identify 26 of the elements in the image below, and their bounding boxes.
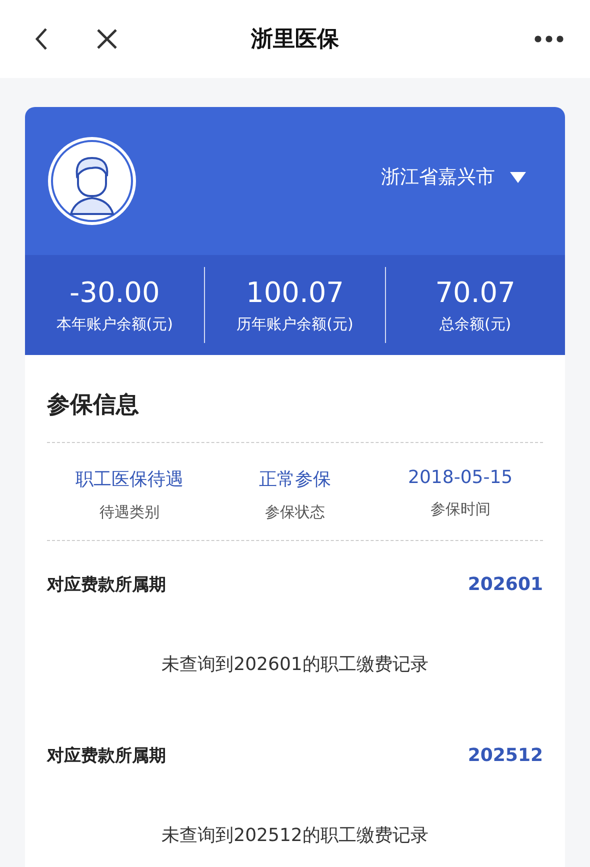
fact-value: 正常参保	[258, 468, 331, 491]
balance-label: 本年账户余额(元)	[56, 315, 174, 334]
fact-label: 待遇类别	[100, 503, 160, 522]
page-title: 浙里医保	[251, 26, 339, 54]
balance-label: 总余额(元)	[439, 315, 512, 334]
empty-record-message: 未查询到202512的职工缴费记录	[160, 824, 430, 847]
empty-record-message: 未查询到202601的职工缴费记录	[160, 653, 430, 676]
region-dropdown[interactable]: 浙江省嘉兴市	[375, 163, 533, 191]
close-icon	[96, 28, 118, 50]
section-title: 参保信息	[47, 391, 140, 420]
avatar-icon	[47, 136, 137, 226]
back-chevron-icon	[34, 27, 48, 51]
balance-amount: -30.00	[70, 276, 160, 309]
fact-value: 2018-05-15	[408, 467, 513, 488]
balance-amount: 100.07	[246, 276, 344, 309]
period-value: 202512	[468, 745, 543, 766]
fact-label: 参保状态	[264, 503, 325, 522]
triangle-down-icon	[509, 170, 527, 184]
fact-label: 参保时间	[430, 500, 490, 519]
balance-amount: 70.07	[435, 276, 516, 309]
period-value: 202601	[468, 574, 543, 595]
period-label: 对应费款所属期	[47, 574, 166, 596]
period-label: 对应费款所属期	[47, 745, 166, 767]
more-icon	[534, 35, 564, 43]
balance-label: 历年账户余额(元)	[236, 315, 354, 334]
fact-value: 职工医保待遇	[76, 468, 184, 491]
